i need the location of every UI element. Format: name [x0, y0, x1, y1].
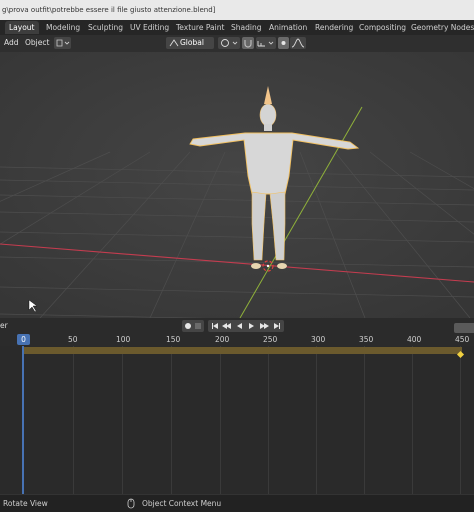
- proportional-icon: [281, 41, 286, 45]
- mouse-icon: [127, 498, 135, 509]
- auto-keying-toggle[interactable]: [182, 320, 204, 332]
- mode-dropdown[interactable]: [54, 37, 71, 49]
- viewport-canvas[interactable]: [0, 52, 474, 318]
- frame-gridline: [220, 346, 221, 494]
- status-context-menu: Object Context Menu: [142, 499, 222, 508]
- frame-tick: 150: [166, 335, 181, 344]
- frame-gridline: [268, 346, 269, 494]
- record-icon: [185, 323, 201, 329]
- snap-toggle[interactable]: [242, 37, 254, 49]
- tab-sculpting[interactable]: Sculpting: [84, 21, 127, 34]
- frame-tick: 100: [116, 335, 131, 344]
- playhead-line[interactable]: [22, 346, 24, 494]
- tab-modeling[interactable]: Modeling: [42, 21, 84, 34]
- tab-compositing[interactable]: Compositing: [355, 21, 410, 34]
- play-icon[interactable]: [249, 323, 254, 329]
- tab-rendering[interactable]: Rendering: [311, 21, 357, 34]
- tab-texture-paint[interactable]: Texture Paint: [172, 21, 228, 34]
- head: [259, 103, 277, 127]
- frame-gridline: [364, 346, 365, 494]
- frame-tick: 200: [215, 335, 230, 344]
- add-menu[interactable]: Add: [4, 37, 19, 49]
- tab-layout[interactable]: Layout: [5, 21, 39, 34]
- orientation-label: Global: [180, 38, 204, 47]
- viewport-header: Add Object Global: [0, 35, 474, 53]
- magnet-icon: [244, 40, 252, 48]
- keyframe-summary-bar[interactable]: [24, 347, 462, 354]
- 3d-viewport[interactable]: [0, 52, 474, 318]
- tab-geometry-nodes[interactable]: Geometry Nodes: [407, 21, 474, 34]
- proportional-editing-toggle[interactable]: [278, 37, 289, 49]
- status-bar: Rotate View Object Context Menu: [0, 494, 474, 512]
- object-menu[interactable]: Object: [25, 37, 49, 49]
- status-rotate-view: Rotate View: [3, 499, 48, 508]
- tab-shading[interactable]: Shading: [227, 21, 265, 34]
- timeline-area[interactable]: [0, 346, 474, 494]
- orientation-icon: [169, 39, 179, 47]
- frame-tick: 400: [407, 335, 422, 344]
- pivot-point-dropdown[interactable]: [218, 37, 240, 49]
- frame-gridline: [316, 346, 317, 494]
- tab-uv-editing[interactable]: UV Editing: [126, 21, 173, 34]
- playback-controls: [208, 320, 284, 332]
- frame-tick: 450: [455, 335, 470, 344]
- timeline-ruler[interactable]: 0 50 100 150 200 250 300 350 400 450: [0, 334, 474, 346]
- snap-target-dropdown[interactable]: [256, 37, 276, 49]
- frame-tick: 50: [68, 335, 78, 344]
- next-keyframe-icon[interactable]: [260, 323, 269, 329]
- playback-icons: [212, 323, 280, 329]
- tab-animation[interactable]: Animation: [265, 21, 311, 34]
- frame-gridline: [171, 346, 172, 494]
- frame-tick: 250: [263, 335, 278, 344]
- snap-increment-icon: [257, 41, 274, 47]
- frame-gridline: [460, 346, 461, 494]
- prev-keyframe-icon[interactable]: [222, 323, 231, 329]
- current-frame-indicator[interactable]: 0: [17, 334, 30, 345]
- transform-orientation-dropdown[interactable]: Global: [166, 37, 214, 49]
- frame-tick: 300: [311, 335, 326, 344]
- falloff-dropdown[interactable]: [290, 37, 306, 49]
- timeline-editor-label: er: [0, 321, 8, 330]
- window-title: g\prova outfit\potrebbe essere il file g…: [2, 6, 216, 14]
- timeline-header: er: [0, 318, 474, 334]
- right-foot: [277, 263, 287, 269]
- window-title-bar: g\prova outfit\potrebbe essere il file g…: [0, 0, 474, 20]
- pivot-icon: [221, 39, 238, 47]
- frame-gridline: [412, 346, 413, 494]
- jump-start-icon[interactable]: [212, 323, 218, 329]
- chevron-down-icon: [56, 39, 70, 47]
- workspace-tabs: Layout Modeling Sculpting UV Editing Tex…: [0, 20, 474, 35]
- play-reverse-icon[interactable]: [237, 323, 242, 329]
- falloff-curve-icon: [291, 38, 305, 48]
- frame-gridline: [122, 346, 123, 494]
- frame-range-field[interactable]: [454, 323, 474, 333]
- keyframe-diamond[interactable]: [456, 350, 465, 359]
- jump-end-icon[interactable]: [274, 323, 280, 329]
- frame-tick: 350: [359, 335, 374, 344]
- frame-gridline: [73, 346, 74, 494]
- left-foot: [251, 263, 261, 269]
